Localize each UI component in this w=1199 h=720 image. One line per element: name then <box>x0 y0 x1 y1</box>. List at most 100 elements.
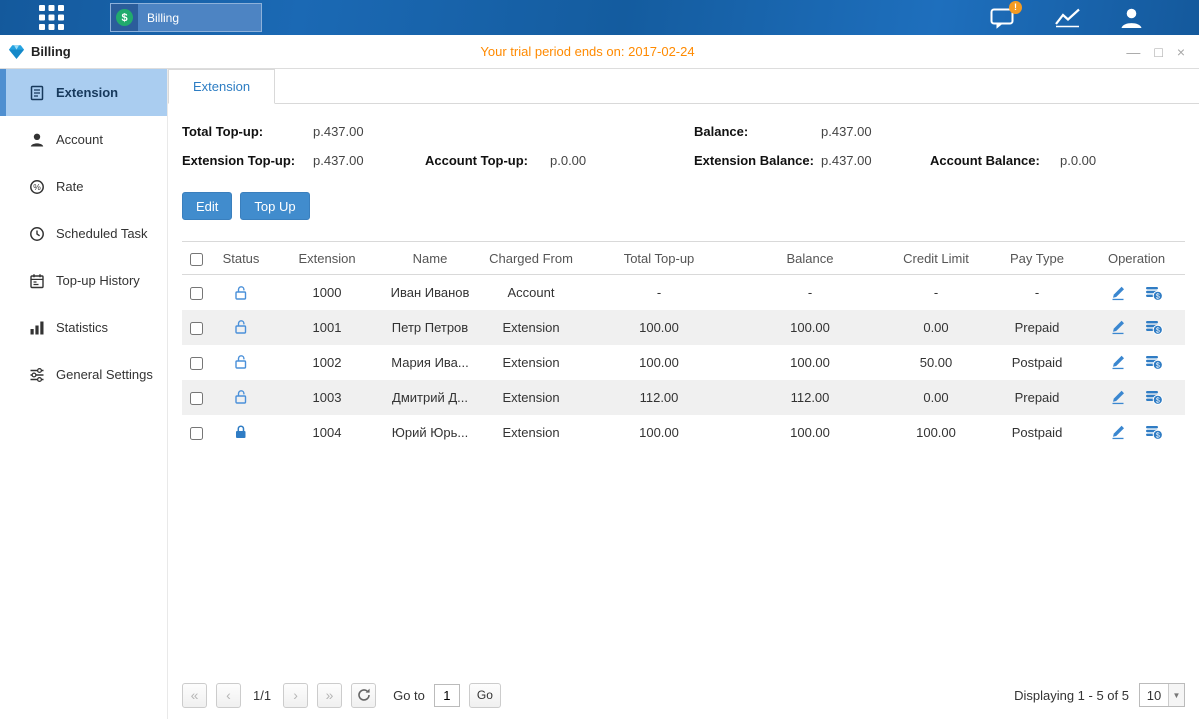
tabstrip: Extension <box>168 69 1199 104</box>
statistics-icon <box>29 320 45 336</box>
account-topup-value: p.0.00 <box>550 153 694 168</box>
edit-row-button[interactable] <box>1110 285 1126 301</box>
general-settings-icon <box>29 367 45 383</box>
top-up-row-button[interactable]: $ <box>1145 424 1163 440</box>
edit-row-button[interactable] <box>1110 389 1126 405</box>
cell-extension: 1001 <box>272 310 382 345</box>
money-icon: $ <box>1145 389 1163 405</box>
cell-name: Иван Иванов <box>382 275 478 310</box>
window-titlebar: Billing Your trial period ends on: 2017-… <box>0 35 1199 69</box>
pencil-icon <box>1110 319 1126 335</box>
cell-name: Юрий Юрь... <box>382 415 478 450</box>
extension-page: Total Top-up: p.437.00 Balance: p.437.00… <box>168 104 1199 719</box>
cell-extension: 1000 <box>272 275 382 310</box>
sidebar-item-general-settings[interactable]: General Settings <box>0 351 167 398</box>
statistics-topbar-button[interactable] <box>1051 4 1083 32</box>
close-button[interactable]: × <box>1177 45 1185 59</box>
sidebar-item-statistics[interactable]: Statistics <box>0 304 167 351</box>
window-controls: — □ × <box>1126 45 1185 59</box>
unlocked-icon <box>233 319 249 335</box>
cell-balance: 100.00 <box>734 310 886 345</box>
row-checkbox[interactable] <box>190 392 203 405</box>
pagination-right: Displaying 1 - 5 of 5 10 ▼ <box>1014 683 1185 707</box>
taskbar-tab-label: Billing <box>147 11 179 25</box>
account-balance-label: Account Balance: <box>930 153 1060 168</box>
money-icon: $ <box>1145 424 1163 440</box>
tab-extension[interactable]: Extension <box>168 69 275 104</box>
sidebar-item-label: Rate <box>56 179 83 194</box>
total-topup-label: Total Top-up: <box>182 124 313 139</box>
extension-balance-value: p.437.00 <box>821 153 930 168</box>
window-body: Extension Account % Rate Scheduled Task <box>0 69 1199 719</box>
notifications-button[interactable]: ! <box>987 4 1019 32</box>
page-size-select[interactable]: 10 ▼ <box>1139 683 1185 707</box>
app-launcher-button[interactable] <box>36 4 66 32</box>
action-buttons: Edit Top Up <box>182 192 1185 220</box>
top-up-row-button[interactable]: $ <box>1145 319 1163 335</box>
row-checkbox[interactable] <box>190 357 203 370</box>
edit-button[interactable]: Edit <box>182 192 232 220</box>
first-page-button[interactable]: « <box>182 683 207 708</box>
select-all-checkbox[interactable] <box>190 253 203 266</box>
user-account-button[interactable] <box>1115 4 1147 32</box>
cell-total-topup: 112.00 <box>584 380 734 415</box>
refresh-button[interactable] <box>351 683 376 708</box>
sidebar-item-topup-history[interactable]: Top-up History <box>0 257 167 304</box>
displaying-text: Displaying 1 - 5 of 5 <box>1014 688 1129 703</box>
table-row: 1001 Петр Петров Extension 100.00 100.00… <box>182 310 1185 345</box>
top-up-row-button[interactable]: $ <box>1145 389 1163 405</box>
table-header-row: Status Extension Name Charged From Total… <box>182 242 1185 275</box>
rate-icon: % <box>29 179 45 195</box>
table-row: 1003 Дмитрий Д... Extension 112.00 112.0… <box>182 380 1185 415</box>
status-cell <box>210 275 272 310</box>
extensions-table: Status Extension Name Charged From Total… <box>182 241 1185 450</box>
page-size-value: 10 <box>1140 688 1168 703</box>
sidebar-item-rate[interactable]: % Rate <box>0 163 167 210</box>
page-indicator: 1/1 <box>253 688 271 703</box>
cell-operation: $ <box>1088 275 1185 310</box>
svg-text:$: $ <box>1156 328 1160 335</box>
cell-extension: 1003 <box>272 380 382 415</box>
cell-extension: 1002 <box>272 345 382 380</box>
notification-badge: ! <box>1009 1 1022 14</box>
money-icon: $ <box>1145 285 1163 301</box>
sidebar-item-label: Statistics <box>56 320 108 335</box>
top-up-button[interactable]: Top Up <box>240 192 309 220</box>
status-cell <box>210 310 272 345</box>
minimize-button[interactable]: — <box>1126 45 1140 59</box>
maximize-button[interactable]: □ <box>1154 45 1162 59</box>
top-up-row-button[interactable]: $ <box>1145 285 1163 301</box>
col-header-status: Status <box>210 242 272 275</box>
row-checkbox[interactable] <box>190 287 203 300</box>
svg-text:$: $ <box>1156 398 1160 405</box>
pencil-icon <box>1110 285 1126 301</box>
line-chart-icon <box>1054 7 1081 28</box>
sidebar-item-account[interactable]: Account <box>0 116 167 163</box>
chevron-down-icon: ▼ <box>1168 684 1184 706</box>
edit-row-button[interactable] <box>1110 354 1126 370</box>
last-page-button[interactable]: » <box>317 683 342 708</box>
summary-row-2: Extension Top-up: p.437.00 Account Top-u… <box>182 153 1185 168</box>
account-balance-value: p.0.00 <box>1060 153 1185 168</box>
cell-total-topup: 100.00 <box>584 310 734 345</box>
top-up-row-button[interactable]: $ <box>1145 354 1163 370</box>
tab-label: Extension <box>193 79 250 94</box>
prev-page-button[interactable]: ‹ <box>216 683 241 708</box>
sidebar: Extension Account % Rate Scheduled Task <box>0 69 168 719</box>
goto-page-input[interactable] <box>434 684 460 707</box>
sidebar-item-extension[interactable]: Extension <box>0 69 167 116</box>
edit-row-button[interactable] <box>1110 319 1126 335</box>
cell-extension: 1004 <box>272 415 382 450</box>
topup-history-icon <box>29 273 45 289</box>
topbar-right-icons: ! <box>987 4 1147 32</box>
go-button[interactable]: Go <box>469 683 501 708</box>
sidebar-item-scheduled-task[interactable]: Scheduled Task <box>0 210 167 257</box>
row-checkbox[interactable] <box>190 322 203 335</box>
taskbar-tab-billing[interactable]: $ Billing <box>110 3 262 32</box>
money-icon: $ <box>1145 319 1163 335</box>
next-page-button[interactable]: › <box>283 683 308 708</box>
cell-total-topup: 100.00 <box>584 345 734 380</box>
edit-row-button[interactable] <box>1110 424 1126 440</box>
sidebar-item-label: Extension <box>56 85 118 100</box>
row-checkbox[interactable] <box>190 427 203 440</box>
